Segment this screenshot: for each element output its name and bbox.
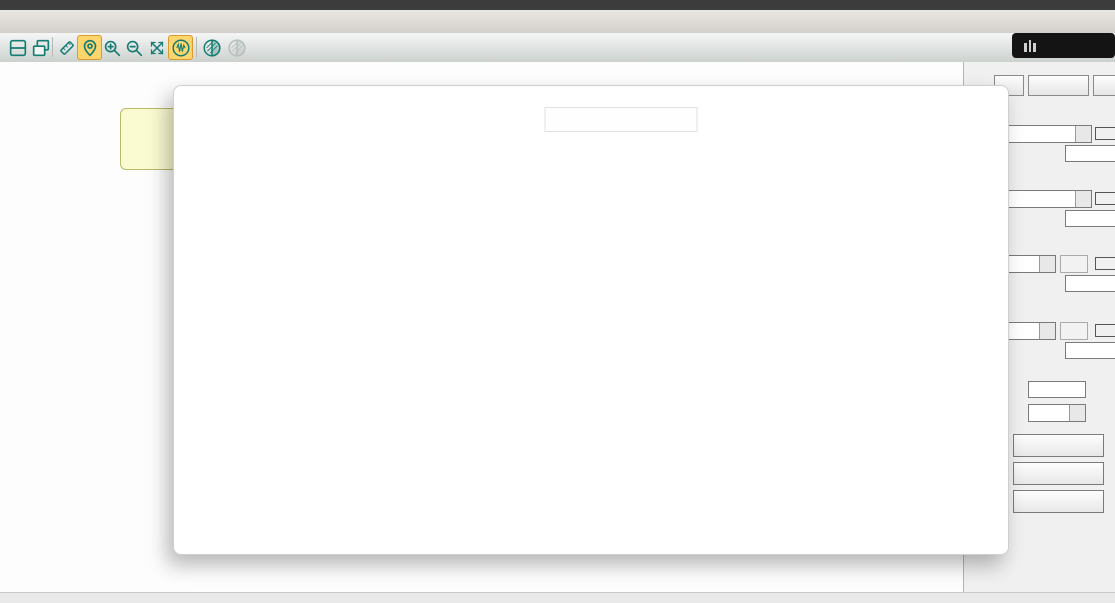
channel2-scale-value[interactable] — [1065, 210, 1115, 227]
trigger-condition-button[interactable] — [1013, 434, 1104, 457]
contrast-disabled-icon — [224, 35, 249, 60]
chevron-down-icon[interactable] — [1069, 405, 1085, 421]
expand-icon[interactable] — [144, 35, 169, 60]
chevron-down-icon[interactable] — [1075, 191, 1091, 207]
chevron-down-icon[interactable] — [1075, 126, 1091, 142]
continuous-sample-button[interactable] — [1013, 490, 1104, 513]
chevron-down-icon[interactable] — [1039, 256, 1055, 272]
window-bottom-strip — [0, 592, 1115, 603]
resonance-analysis-dialog — [173, 85, 1009, 555]
channel2-color-swatch[interactable] — [1095, 192, 1115, 205]
toolbar-separator — [196, 37, 197, 57]
channel2-signal-select[interactable] — [1004, 190, 1092, 208]
sample-range-select[interactable] — [1028, 404, 1086, 422]
chevron-down-icon[interactable] — [1039, 323, 1055, 339]
channel4-scale-value[interactable] — [1065, 342, 1115, 359]
di-button[interactable] — [1060, 255, 1088, 273]
meeting-bars-icon — [1024, 40, 1036, 52]
title-bar — [0, 10, 1115, 34]
layout-window-icon[interactable] — [28, 35, 53, 60]
toolbar — [0, 33, 1115, 63]
channel3-signal-select[interactable] — [1004, 255, 1056, 273]
channel1-signal-select[interactable] — [1004, 125, 1092, 143]
tab-torque-capture[interactable] — [1093, 75, 1115, 96]
toolbar-separator — [52, 37, 53, 57]
meeting-status-badge[interactable] — [1012, 33, 1115, 58]
window-top-strip — [0, 0, 1115, 10]
contrast-icon[interactable] — [199, 35, 224, 60]
channel1-color-swatch[interactable] — [1095, 127, 1115, 140]
app-window — [0, 0, 1115, 603]
channel4-signal-select[interactable] — [1004, 322, 1056, 340]
ruler-icon[interactable] — [54, 35, 79, 60]
channel3-scale-value[interactable] — [1065, 275, 1115, 292]
save-icon[interactable] — [5, 35, 30, 60]
channel4-color-swatch[interactable] — [1095, 324, 1115, 337]
spectrum-charts — [174, 86, 1008, 554]
single-sample-button[interactable] — [1013, 462, 1104, 485]
channel3-color-swatch[interactable] — [1095, 257, 1115, 270]
sample-count-input[interactable] — [1028, 381, 1086, 398]
zoom-out-icon[interactable] — [121, 35, 146, 60]
tab-speed-capture[interactable] — [1028, 75, 1089, 96]
do-button[interactable] — [1060, 322, 1088, 340]
waveform-icon[interactable] — [168, 35, 193, 60]
channel1-scale-value[interactable] — [1065, 145, 1115, 162]
